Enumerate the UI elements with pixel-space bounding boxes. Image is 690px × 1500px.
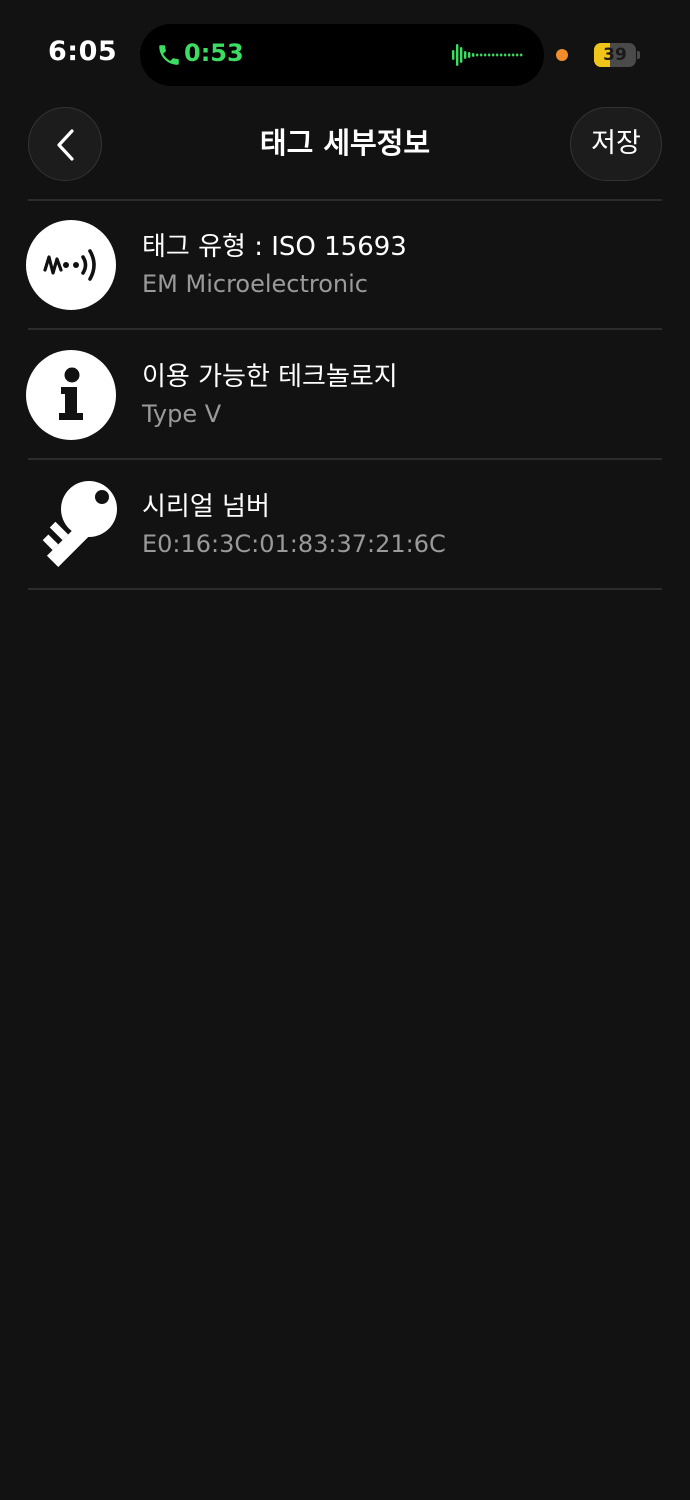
list-item-technology: 이용 가능한 테크놀로지 Type V: [0, 330, 690, 460]
serial-number-value: E0:16:3C:01:83:37:21:6C: [142, 530, 446, 558]
save-button[interactable]: 저장: [570, 107, 662, 181]
tag-manufacturer-value: EM Microelectronic: [142, 270, 368, 298]
technology-value: Type V: [142, 400, 222, 428]
battery-icon: 39: [594, 43, 636, 67]
microphone-indicator-icon: [556, 49, 568, 61]
call-timer: 0:53: [184, 39, 244, 67]
chevron-left-icon: [57, 129, 74, 161]
back-button[interactable]: [28, 107, 102, 181]
battery-cap: [637, 51, 640, 59]
info-icon: [26, 350, 116, 440]
list-item-serial-number: 시리얼 넘버 E0:16:3C:01:83:37:21:6C: [0, 460, 690, 590]
row-divider: [28, 588, 662, 590]
list-item-tag-type: 태그 유형 : ISO 15693 EM Microelectronic: [0, 200, 690, 330]
key-icon: [42, 481, 117, 568]
dynamic-island-call[interactable]: 0:53: [140, 24, 544, 86]
nfc-tag-icon: [26, 220, 116, 310]
audio-waveform-icon: [452, 44, 523, 66]
technology-label: 이용 가능한 테크놀로지: [142, 362, 398, 392]
serial-number-label: 시리얼 넘버: [142, 492, 270, 522]
tag-type-label: 태그 유형 : ISO 15693: [142, 232, 407, 262]
phone-icon: [159, 45, 179, 65]
battery-percent: 39: [603, 45, 627, 65]
page-title: 태그 세부정보: [259, 126, 431, 160]
status-time: 6:05: [48, 36, 118, 67]
